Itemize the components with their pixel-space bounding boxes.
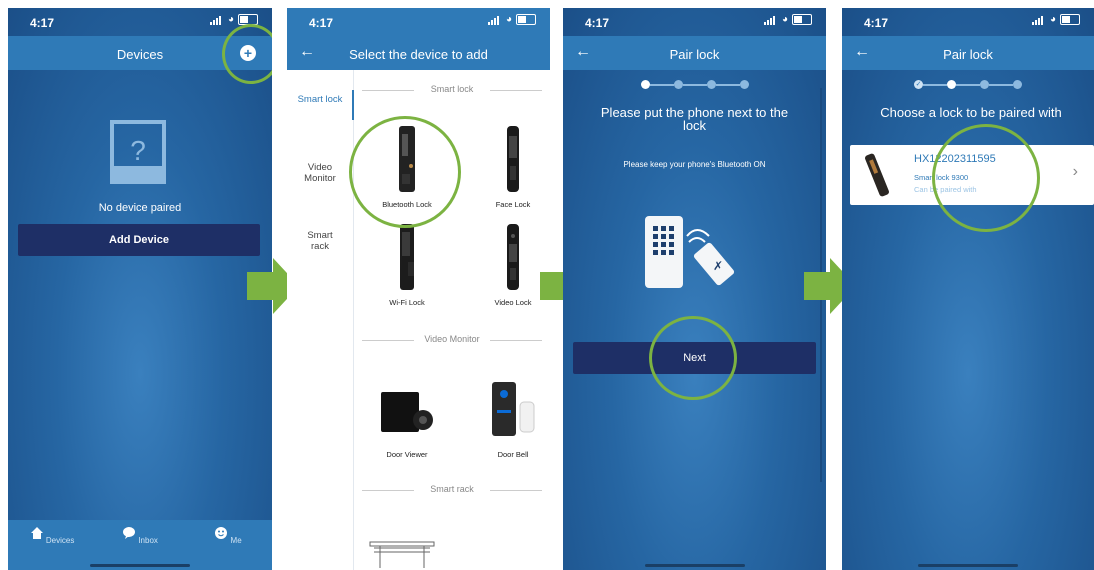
step-progress: ✓ [842,80,1094,89]
lock-thumbnail [864,153,894,202]
chevron-right-icon: › [1072,163,1078,180]
highlight-ring [649,316,737,400]
step-check-icon: ✓ [914,80,923,89]
home-icon [30,527,43,539]
wifi-icon: ◕ [227,14,234,25]
status-time: 4:17 [864,16,889,30]
battery-icon [792,14,812,25]
device-face-lock[interactable]: Face Lock [470,118,550,209]
section-heading: Smart lock [362,84,542,96]
signal-icon [209,15,224,25]
step-dot-active [947,80,956,89]
status-bar: 4:17 ◕ [842,8,1094,36]
smart-rack-image [368,538,438,568]
device-label: Door Viewer [386,450,428,459]
wifi-lock-image [364,216,450,298]
nav-devices[interactable]: Devices [22,520,82,570]
home-indicator [918,564,1018,567]
status-icons: ◕ [487,14,536,25]
status-bar: 4:17 ◕ [563,8,826,36]
highlight-ring [932,124,1040,232]
nav-me-label: Me [230,536,242,545]
step-dot [673,80,683,89]
face-lock-image [470,118,550,200]
wifi-icon: ◕ [505,14,512,25]
category-sidebar: Smart lock Video Monitor Smart rack [287,70,354,570]
no-device-icon: ? [108,120,168,190]
device-door-bell[interactable]: Door Bell [470,368,550,459]
instruction-heading: Please put the phone next to the lock [600,105,789,133]
header: ← Pair lock [842,36,1094,70]
sidebar-item-video-monitor[interactable]: Video Monitor [287,162,353,184]
svg-text:?: ? [130,135,146,166]
svg-text:✗: ✗ [713,259,723,273]
step-progress [563,80,826,89]
section-heading: Video Monitor [362,334,542,346]
header: ← Select the device to add [287,36,550,70]
status-bar: 4:17 ◕ [287,8,550,36]
door-viewer-image [364,368,450,450]
screen-pair-lock: 4:17 ◕ ← Pair lock Please put the phone … [563,8,826,570]
back-arrow-icon[interactable]: ← [299,43,315,61]
highlight-ring [222,24,272,84]
section-heading: Smart rack [362,484,542,496]
step-dot [706,80,716,89]
nav-inbox-label: Inbox [138,536,158,545]
nav-me[interactable]: Me [198,520,258,570]
step-dot [739,80,749,89]
device-door-viewer[interactable]: Door Viewer [364,368,450,459]
instruction-heading: Choose a lock to be paired with [880,105,1062,120]
page-title: Pair lock [669,47,720,62]
step-dot-active [640,80,650,89]
device-label: Face Lock [495,200,531,209]
signal-icon [763,15,778,25]
video-lock-image [470,216,550,298]
device-video-lock[interactable]: Video Lock [470,216,550,307]
door-bell-image [470,368,550,450]
device-label: Door Bell [497,450,529,459]
wifi-icon: ◕ [1049,14,1056,25]
instruction-subtext: Please keep your phone's Bluetooth ON [623,160,766,169]
device-label: Wi-Fi Lock [389,298,425,307]
phone-bluetooth-illustration: ✗ [643,212,753,302]
status-time: 4:17 [309,16,334,30]
page-title: Select the device to add [349,47,488,62]
status-icons: ◕ [763,14,812,25]
nav-devices-label: Devices [45,536,75,545]
screen-devices: 4:17 ◕ Devices + ? No device paired Add … [8,8,272,570]
status-time: 4:17 [30,16,55,30]
screen-choose-lock: 4:17 ◕ ← Pair lock ✓ Choose a lock to be… [842,8,1094,570]
signal-icon [1031,15,1046,25]
step-dot [980,80,989,89]
sidebar-item-smart-rack[interactable]: Smart rack [287,230,353,252]
sidebar-item-smart-lock[interactable]: Smart lock [287,94,353,105]
step-dot [1013,80,1022,89]
smiley-icon [215,527,228,539]
wifi-icon: ◕ [781,14,788,25]
home-indicator [90,564,190,567]
nav-inbox[interactable]: Inbox [110,520,170,570]
device-label: Video Lock [494,298,532,307]
empty-state-text: No device paired [98,202,182,214]
chat-bubble-icon [123,527,136,539]
battery-icon [1060,14,1080,25]
battery-icon [516,14,536,25]
add-device-button[interactable]: Add Device [18,224,260,256]
screen-select-device: 4:17 ◕ ← Select the device to add Smart … [287,8,550,570]
header: ← Pair lock [563,36,826,70]
status-time: 4:17 [585,16,610,30]
highlight-ring [349,116,461,228]
signal-icon [487,15,502,25]
home-indicator [644,564,745,567]
bottom-nav: Devices Inbox Me [8,520,272,570]
status-icons: ◕ [1031,14,1080,25]
page-title: Pair lock [943,47,993,62]
device-wifi-lock[interactable]: Wi-Fi Lock [364,216,450,307]
